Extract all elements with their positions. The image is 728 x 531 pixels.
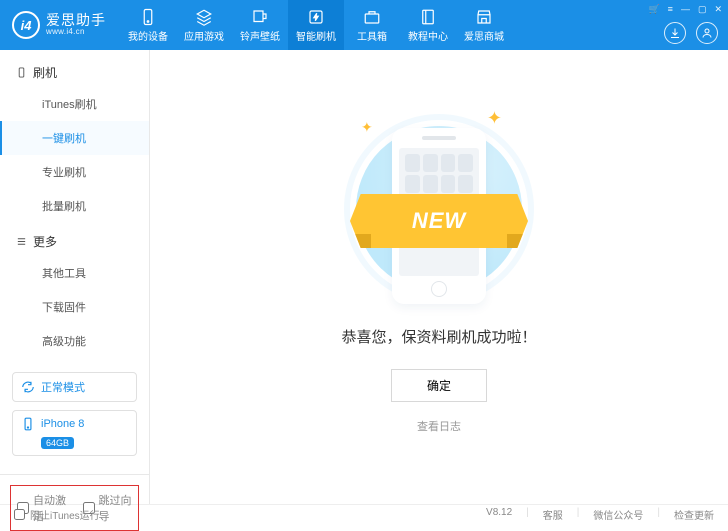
- stop-itunes-checkbox[interactable]: 阻止iTunes运行: [0, 507, 100, 522]
- check-update-link[interactable]: 检查更新: [674, 507, 714, 522]
- sidebar-item[interactable]: 批量刷机: [0, 189, 149, 223]
- brand-logo: i4 爱思助手 www.i4.cn: [0, 11, 120, 39]
- sidebar-item[interactable]: 其他工具: [0, 256, 149, 290]
- device-name: iPhone 8: [41, 418, 84, 430]
- window-controls: 🛒 ≡ — ▢ ✕: [648, 4, 722, 15]
- header-right-icons: [664, 22, 718, 44]
- sidebar-item[interactable]: 专业刷机: [0, 155, 149, 189]
- sidebar: 刷机iTunes刷机一键刷机专业刷机批量刷机更多其他工具下载固件高级功能 正常模…: [0, 50, 150, 504]
- support-link[interactable]: 客服: [543, 507, 563, 522]
- view-log-link[interactable]: 查看日志: [417, 418, 461, 434]
- sidebar-item[interactable]: 下载固件: [0, 290, 149, 324]
- sidebar-item[interactable]: 一键刷机: [0, 121, 149, 155]
- book-icon: [419, 8, 437, 26]
- refresh-icon: [21, 380, 35, 394]
- user-icon[interactable]: [696, 22, 718, 44]
- download-icon[interactable]: [664, 22, 686, 44]
- nav-item-apps[interactable]: 应用游戏: [176, 0, 232, 50]
- flash-icon: [307, 8, 325, 26]
- brand-website: www.i4.cn: [46, 28, 106, 37]
- nav-item-ringtone[interactable]: 铃声壁纸: [232, 0, 288, 50]
- new-ribbon: NEW: [350, 194, 528, 248]
- apps-icon: [195, 8, 213, 26]
- sidebar-group-刷机[interactable]: 刷机: [0, 54, 149, 87]
- success-illustration: ✦ ✦ NEW: [314, 106, 564, 306]
- wechat-link[interactable]: 微信公众号: [593, 507, 643, 522]
- app-header: i4 爱思助手 www.i4.cn 我的设备应用游戏铃声壁纸智能刷机工具箱教程中…: [0, 0, 728, 50]
- cart-icon[interactable]: 🛒: [648, 4, 659, 15]
- minimize-icon[interactable]: —: [681, 4, 690, 15]
- device-icon: [16, 67, 27, 78]
- sparkle-icon: ✦: [361, 119, 373, 136]
- phone-icon: [21, 417, 35, 431]
- version-label: V8.12: [486, 507, 512, 522]
- sidebar-group-更多[interactable]: 更多: [0, 223, 149, 256]
- device-pill[interactable]: iPhone 8 64GB: [12, 410, 137, 456]
- device-badge: 64GB: [41, 437, 74, 449]
- toolbox-icon: [363, 8, 381, 26]
- nav-item-flash[interactable]: 智能刷机: [288, 0, 344, 50]
- close-icon[interactable]: ✕: [714, 4, 722, 15]
- brand-name-cn: 爱思助手: [46, 13, 106, 28]
- mode-label: 正常模式: [41, 379, 85, 395]
- mode-pill[interactable]: 正常模式: [12, 372, 137, 402]
- nav-item-phone[interactable]: 我的设备: [120, 0, 176, 50]
- nav-bar: 我的设备应用游戏铃声壁纸智能刷机工具箱教程中心爱思商城: [120, 0, 512, 50]
- sparkle-icon: ✦: [487, 108, 502, 129]
- list-icon: [16, 236, 27, 247]
- nav-item-book[interactable]: 教程中心: [400, 0, 456, 50]
- sidebar-item[interactable]: 高级功能: [0, 324, 149, 358]
- sidebar-item[interactable]: iTunes刷机: [0, 87, 149, 121]
- nav-item-store[interactable]: 爱思商城: [456, 0, 512, 50]
- maximize-icon[interactable]: ▢: [698, 4, 707, 15]
- ringtone-icon: [251, 8, 269, 26]
- success-message: 恭喜您，保资料刷机成功啦！: [341, 326, 536, 347]
- phone-icon: [139, 8, 157, 26]
- store-icon: [475, 8, 493, 26]
- logo-icon: i4: [12, 11, 40, 39]
- nav-item-toolbox[interactable]: 工具箱: [344, 0, 400, 50]
- menu-icon[interactable]: ≡: [668, 4, 673, 15]
- main-content: ✦ ✦ NEW 恭喜您，保资料刷机成功啦！ 确定 查看日志: [150, 50, 728, 504]
- ok-button[interactable]: 确定: [391, 369, 487, 402]
